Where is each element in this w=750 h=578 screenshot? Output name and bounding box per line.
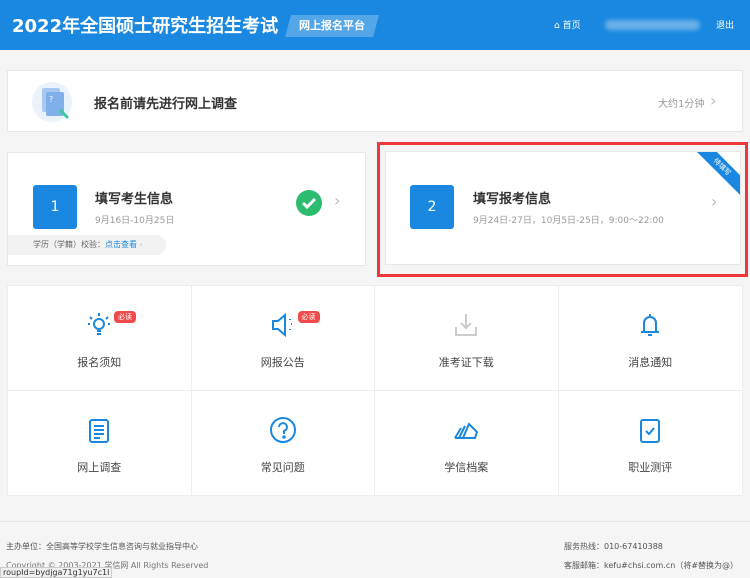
survey-title: 报名前请先进行网上调查 [94,93,237,112]
footer-hotline: 服务热线：010-67410388 [564,541,663,552]
grid-item-notice[interactable]: 必读 报名须知 [8,286,192,391]
grid-item-label: 学信档案 [375,459,558,475]
download-icon [452,311,480,339]
grid-item-career-test[interactable]: 职业测评 [559,391,743,496]
must-read-badge: 必读 [298,311,320,323]
top-header: 2022年全国硕士研究生招生考试 网上报名平台 ⌂ 首页 退出 [0,0,750,50]
survey-card[interactable]: ? 报名前请先进行网上调查 大约1分钟 › [7,70,743,132]
grid-item-label: 网上调查 [8,459,191,475]
logout-link[interactable]: 退出 [716,18,734,31]
step-title: 填写考生信息 [95,188,173,207]
footer-email: 客服邮箱：kefu#chsi.com.cn（将#替换为@） [564,560,738,571]
feature-grid: 必读 报名须知 必读 网报公告 准考证下载 消息通知 网上调查 常见问题 学信档… [7,285,743,496]
step-date: 9月16日-10月25日 [95,213,174,226]
grid-item-archive[interactable]: 学信档案 [375,391,559,496]
svg-text:?: ? [49,95,53,104]
step-1-card[interactable]: 1 填写考生信息 9月16日-10月25日 › 学历（学籍）校验：点击查看 › [7,152,366,266]
platform-badge: 网上报名平台 [285,15,379,37]
grid-item-survey[interactable]: 网上调查 [8,391,192,496]
chevron-right-icon: › [334,191,340,210]
bell-icon [636,311,664,339]
grid-item-label: 网报公告 [192,354,375,370]
question-icon [269,416,297,444]
step-title: 填写报考信息 [473,188,551,207]
clipboard-icon [85,416,113,444]
grid-item-label: 准考证下载 [375,354,558,370]
grid-item-messages[interactable]: 消息通知 [559,286,743,391]
chevron-right-icon: › [711,192,717,211]
page-title: 2022年全国硕士研究生招生考试 [12,12,278,38]
megaphone-icon [269,311,297,339]
verify-link[interactable]: 点击查看 [105,240,137,249]
must-read-badge: 必读 [114,311,136,323]
clipboard-check-icon [636,416,664,444]
lightbulb-icon [85,311,113,339]
verify-label: 学历（学籍）校验： [33,240,105,249]
check-circle-icon [296,190,322,216]
survey-illustration-icon: ? [30,80,74,124]
step-date: 9月24日-27日，10月5日-25日，9:00～22:00 [473,213,664,226]
username-blurred [605,20,700,30]
platform-label: 网上报名平台 [299,15,365,37]
grid-item-label: 报名须知 [8,354,191,370]
files-icon [452,416,480,444]
grid-item-announcement[interactable]: 必读 网报公告 [192,286,376,391]
footer-host: 主办单位：全国高等学校学生信息咨询与就业指导中心 [6,541,198,552]
grid-item-faq[interactable]: 常见问题 [192,391,376,496]
grid-item-label: 职业测评 [559,459,743,475]
home-link[interactable]: ⌂ 首页 [554,18,581,31]
browser-status-bar: roupId=bydjga71g1yu7c1l [0,567,112,578]
grid-item-label: 常见问题 [192,459,375,475]
footer: 主办单位：全国高等学校学生信息咨询与就业指导中心 Copyright © 200… [0,521,750,578]
home-icon: ⌂ [554,21,560,31]
verify-bar: 学历（学籍）校验：点击查看 › [8,235,166,255]
step-number: 1 [33,185,77,229]
grid-item-label: 消息通知 [559,354,743,370]
step-number: 2 [410,185,454,229]
grid-item-admission-ticket[interactable]: 准考证下载 [375,286,559,391]
step-2-card[interactable]: 2 填写报考信息 9月24日-27日，10月5日-25日，9:00～22:00 … [385,151,741,265]
chevron-right-icon: › [710,91,716,110]
survey-duration: 大约1分钟 [658,95,704,110]
home-label: 首页 [563,21,581,31]
chevron-right-icon: › [140,240,143,249]
